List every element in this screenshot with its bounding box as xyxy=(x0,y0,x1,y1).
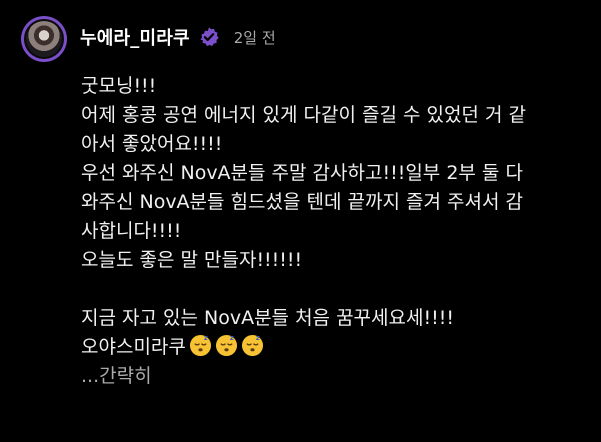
comment-line: 오늘도 좋은 말 만들자!!!!!! xyxy=(81,249,303,271)
sleeping-face-emoji-icon: z xyxy=(189,334,212,357)
comment-line-text: 오야스미라쿠 xyxy=(81,336,186,358)
comment-line: 사합니다!!!! xyxy=(81,220,182,242)
comment-body: 굿모닝!!! 어제 홍콩 공연 에너지 있게 다같이 즐길 수 있었던 거 같 … xyxy=(81,72,581,391)
sleeping-face-emoji-icon: z xyxy=(241,334,264,357)
post-time: 2일 전 xyxy=(233,28,276,47)
comment-line: 아서 좋았어요!!!! xyxy=(81,133,223,155)
show-less-button[interactable]: ...간략히 xyxy=(81,362,581,391)
comment-line: 지금 자고 있는 NovA분들 처음 꿈꾸세요세!!!! xyxy=(81,307,454,329)
comment-post: 누에라_미라쿠 2일 전 굿모닝!!! 어제 홍콩 공연 에너지 있게 다같이 … xyxy=(0,0,601,442)
avatar-image xyxy=(24,19,64,59)
comment-header: 누에라_미라쿠 2일 전 xyxy=(80,22,276,52)
author-name[interactable]: 누에라_미라쿠 xyxy=(80,24,190,50)
svg-text:z: z xyxy=(256,334,260,342)
verified-badge-icon xyxy=(198,26,220,48)
svg-text:z: z xyxy=(204,334,208,342)
comment-line-with-emoji: 오야스미라쿠 z z z xyxy=(81,333,581,362)
comment-line: 와주신 NovA분들 힘드셨을 텐데 끝까지 즐겨 주셔서 감 xyxy=(81,191,523,213)
avatar[interactable] xyxy=(21,16,67,62)
svg-text:z: z xyxy=(230,334,234,342)
comment-line: 굿모닝!!! xyxy=(81,75,157,97)
comment-line: 어제 홍콩 공연 에너지 있게 다같이 즐길 수 있었던 거 같 xyxy=(81,104,526,126)
comment-line: 우선 와주신 NovA분들 주말 감사하고!!!일부 2부 둘 다 xyxy=(81,162,523,184)
sleeping-face-emoji-icon: z xyxy=(215,334,238,357)
